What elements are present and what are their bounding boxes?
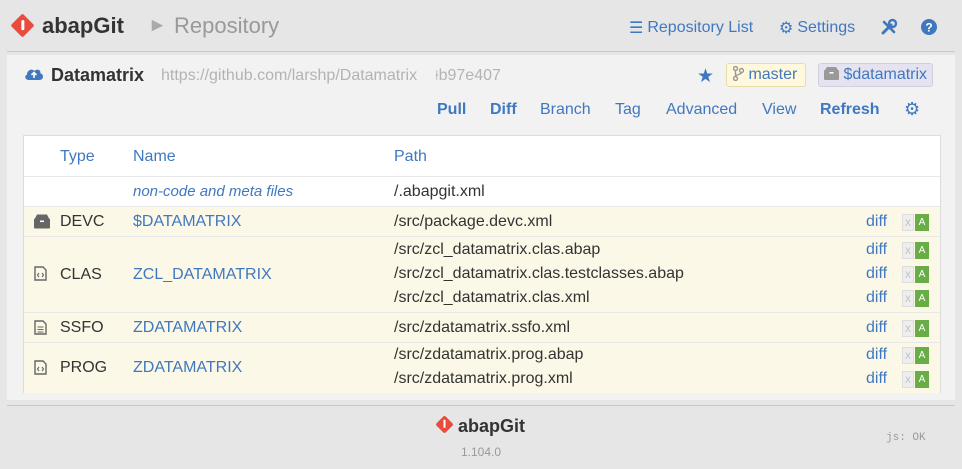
status-flags: XA: [902, 320, 929, 337]
status-flags: XA: [902, 290, 929, 307]
help-icon: ?: [921, 19, 937, 35]
file-path[interactable]: /src/zcl_datamatrix.clas.xml: [394, 289, 590, 307]
footer-version: 1.104.0: [461, 445, 502, 459]
breadcrumb-arrow-icon: ►: [148, 15, 167, 36]
object-type: CLAS: [60, 266, 102, 283]
meta-label: non-code and meta files: [133, 183, 294, 200]
package-icon: [824, 67, 839, 80]
pull-button[interactable]: Pull: [437, 101, 466, 119]
file-path[interactable]: /src/zdatamatrix.prog.xml: [394, 370, 573, 388]
status-flags: XA: [902, 371, 929, 388]
object-name-link[interactable]: ZCL_DATAMATRIX: [133, 266, 272, 284]
status-flags: XA: [902, 214, 929, 231]
footer-divider: [7, 405, 955, 406]
object-type: SSFO: [60, 319, 104, 336]
file-path[interactable]: /src/zcl_datamatrix.clas.testclasses.aba…: [394, 265, 684, 283]
table-row: CLAS ZCL_DATAMATRIX /src/zcl_datamatrix.…: [24, 236, 940, 312]
column-header-path[interactable]: Path: [394, 148, 427, 166]
package-icon: [34, 214, 50, 229]
favorite-star-icon[interactable]: ★: [697, 65, 714, 88]
table-row-meta: non-code and meta files /.abapgit.xml: [24, 176, 940, 206]
repository-list-link[interactable]: ☰ Repository List: [629, 18, 753, 38]
status-flags: XA: [902, 347, 929, 364]
repo-settings-gear-icon[interactable]: ⚙: [904, 99, 920, 120]
diff-button[interactable]: Diff: [490, 101, 517, 119]
repo-commit[interactable]: ⍿b97e407: [435, 67, 501, 85]
diff-link[interactable]: diff: [866, 265, 887, 283]
column-header-type[interactable]: Type: [60, 148, 95, 166]
branch-icon: [732, 65, 745, 82]
app-name[interactable]: abapGit: [42, 13, 124, 39]
diff-link[interactable]: diff: [866, 319, 887, 337]
file-path[interactable]: /src/zcl_datamatrix.clas.abap: [394, 241, 600, 259]
diff-link[interactable]: diff: [866, 213, 887, 231]
code-file-icon: [34, 266, 47, 281]
table-row: DEVC $DATAMATRIX /src/package.devc.xml d…: [24, 206, 940, 236]
repo-name: Datamatrix: [51, 65, 145, 85]
gear-icon: ⚙: [779, 20, 794, 37]
svg-text:?: ?: [925, 21, 932, 35]
object-name-link[interactable]: $DATAMATRIX: [133, 213, 241, 231]
file-path[interactable]: /src/package.devc.xml: [394, 213, 552, 231]
tools-icon: [881, 18, 898, 35]
tag-menu[interactable]: Tag: [615, 101, 641, 119]
diff-link[interactable]: diff: [866, 289, 887, 307]
list-icon: ☰: [629, 20, 644, 37]
object-type: PROG: [60, 359, 108, 376]
abapgit-logo-icon[interactable]: [10, 13, 35, 38]
diff-link[interactable]: diff: [866, 241, 887, 259]
branch-menu[interactable]: Branch: [540, 101, 591, 119]
status-flags: XA: [902, 266, 929, 283]
diff-link[interactable]: diff: [866, 346, 887, 364]
text-file-icon: [34, 320, 47, 335]
branch-badge[interactable]: master: [726, 63, 807, 87]
repo-url[interactable]: https://github.com/larshp/Datamatrix: [161, 67, 417, 85]
package-badge[interactable]: $datamatrix: [818, 63, 934, 87]
top-bar: abapGit ► Repository ☰ Repository List ⚙…: [0, 0, 962, 52]
footer-app-name: abapGit: [458, 416, 526, 436]
column-header-name[interactable]: Name: [133, 148, 176, 166]
object-type: DEVC: [60, 213, 105, 230]
settings-link[interactable]: ⚙ Settings: [779, 18, 855, 38]
cloud-upload-icon: [25, 69, 44, 80]
diff-link[interactable]: diff: [866, 370, 887, 388]
page-title: Repository: [174, 13, 280, 38]
code-file-icon: [34, 360, 47, 375]
repository-panel: Datamatrix https://github.com/larshp/Dat…: [7, 55, 955, 400]
view-menu[interactable]: View: [762, 101, 796, 119]
object-name-link[interactable]: ZDATAMATRIX: [133, 359, 242, 377]
footer-abapgit-logo-icon: [435, 415, 454, 434]
meta-path[interactable]: /.abapgit.xml: [394, 183, 485, 201]
js-status: js: OK: [886, 432, 926, 444]
header-divider: [7, 51, 955, 52]
table-row: SSFO ZDATAMATRIX /src/zdatamatrix.ssfo.x…: [24, 312, 940, 342]
help-button[interactable]: ?: [920, 18, 938, 36]
table-row: PROG ZDATAMATRIX /src/zdatamatrix.prog.a…: [24, 342, 940, 393]
file-path[interactable]: /src/zdatamatrix.prog.abap: [394, 346, 583, 364]
refresh-button[interactable]: Refresh: [820, 101, 880, 119]
tools-button[interactable]: [880, 18, 898, 36]
status-flags: XA: [902, 242, 929, 259]
file-path[interactable]: /src/zdatamatrix.ssfo.xml: [394, 319, 570, 337]
object-name-link[interactable]: ZDATAMATRIX: [133, 319, 242, 337]
advanced-menu[interactable]: Advanced: [666, 101, 737, 119]
repo-objects-table: Type Name Path non-code and meta files /…: [23, 135, 941, 393]
